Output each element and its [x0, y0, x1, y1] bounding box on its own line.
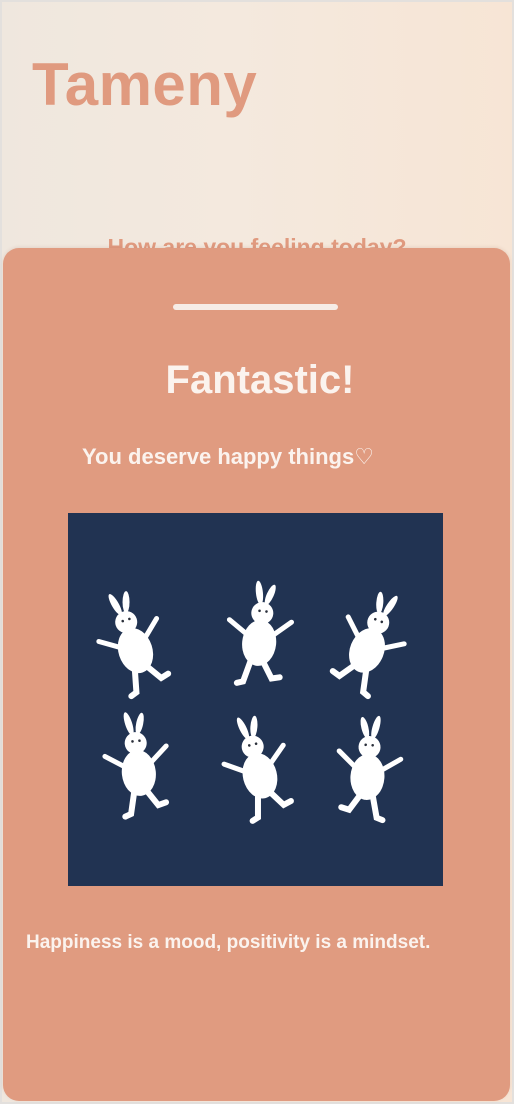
- bunny-figure-1: [86, 582, 177, 701]
- dancing-bunnies-image: [68, 513, 443, 886]
- dancing-bunnies-illustration: [68, 513, 443, 886]
- bunny-figure-5: [214, 708, 299, 824]
- bunny-figure-2: [223, 577, 296, 687]
- mood-bottom-sheet[interactable]: Fantastic! You deserve happy things♡ Hap…: [3, 248, 510, 1101]
- app-title: Tameny: [32, 51, 258, 118]
- app-screen: Tameny How are you feeling today? Fantas…: [0, 0, 514, 1104]
- bunny-figure-4: [100, 708, 173, 818]
- mood-subtitle: You deserve happy things♡: [82, 444, 374, 469]
- bunny-figure-3: [323, 581, 420, 701]
- sheet-grab-handle[interactable]: [173, 304, 338, 310]
- mood-title: Fantastic!: [165, 358, 355, 402]
- mood-quote: Happiness is a mood, positivity is a min…: [26, 932, 431, 953]
- bunny-figure-6: [335, 713, 404, 822]
